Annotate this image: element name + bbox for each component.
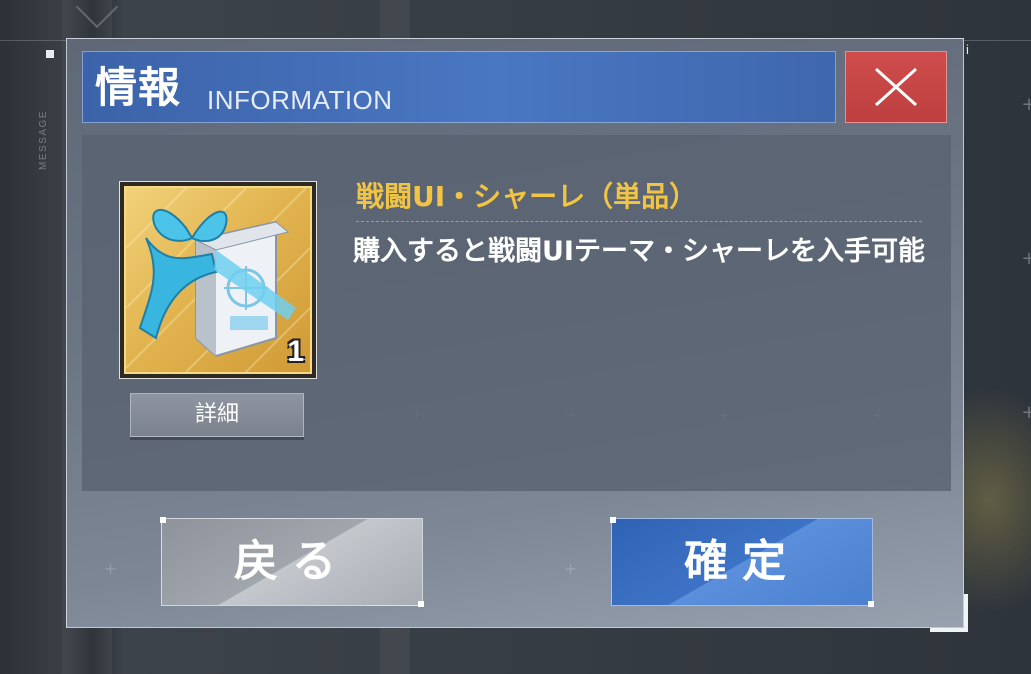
gift-box-illustration — [125, 187, 311, 373]
close-button[interactable] — [845, 51, 947, 123]
sidebar-message-label: MESSAGE — [38, 110, 49, 170]
button-corner — [418, 601, 424, 607]
information-dialog: + + + + + + + 情報 INFORMATION — [66, 38, 964, 628]
item-name: 戦闘UI・シャーレ（単品） — [356, 180, 698, 213]
button-corner — [610, 517, 616, 523]
back-button[interactable]: 戻る — [160, 517, 424, 607]
confirm-button-label: 確定 — [684, 536, 800, 587]
dialog-title: 情報 — [95, 63, 182, 112]
info-glyph: i — [966, 42, 969, 57]
button-corner — [868, 601, 874, 607]
dialog-subtitle: INFORMATION — [207, 85, 393, 115]
dialog-header: 情報 INFORMATION — [82, 51, 836, 123]
plus-marker-icon: + — [563, 559, 578, 578]
plus-marker-icon: + — [1021, 248, 1031, 269]
divider — [356, 221, 922, 222]
item-icon-frame[interactable]: 1 — [119, 181, 317, 379]
sidebar-square-icon — [46, 50, 54, 58]
item-count-badge: 1 — [287, 335, 304, 368]
button-corner — [160, 517, 166, 523]
confirm-button[interactable]: 確定 — [610, 517, 874, 607]
gift-box-icon: 1 — [124, 186, 312, 374]
dialog-corner-bracket — [930, 594, 968, 632]
detail-button[interactable]: 詳細 — [130, 393, 304, 437]
item-description: 購入すると戦闘UIテーマ・シャーレを入手可能 — [353, 236, 925, 267]
plus-marker-icon: + — [103, 559, 118, 578]
plus-marker-icon: + — [1021, 402, 1031, 423]
close-x-icon — [874, 67, 918, 107]
plus-marker-icon: + — [1021, 94, 1031, 115]
item-content-panel: 1 詳細 戦闘UI・シャーレ（単品） 購入すると戦闘UIテーマ・シャーレを入手可… — [82, 135, 951, 491]
back-button-label: 戻る — [234, 536, 350, 587]
